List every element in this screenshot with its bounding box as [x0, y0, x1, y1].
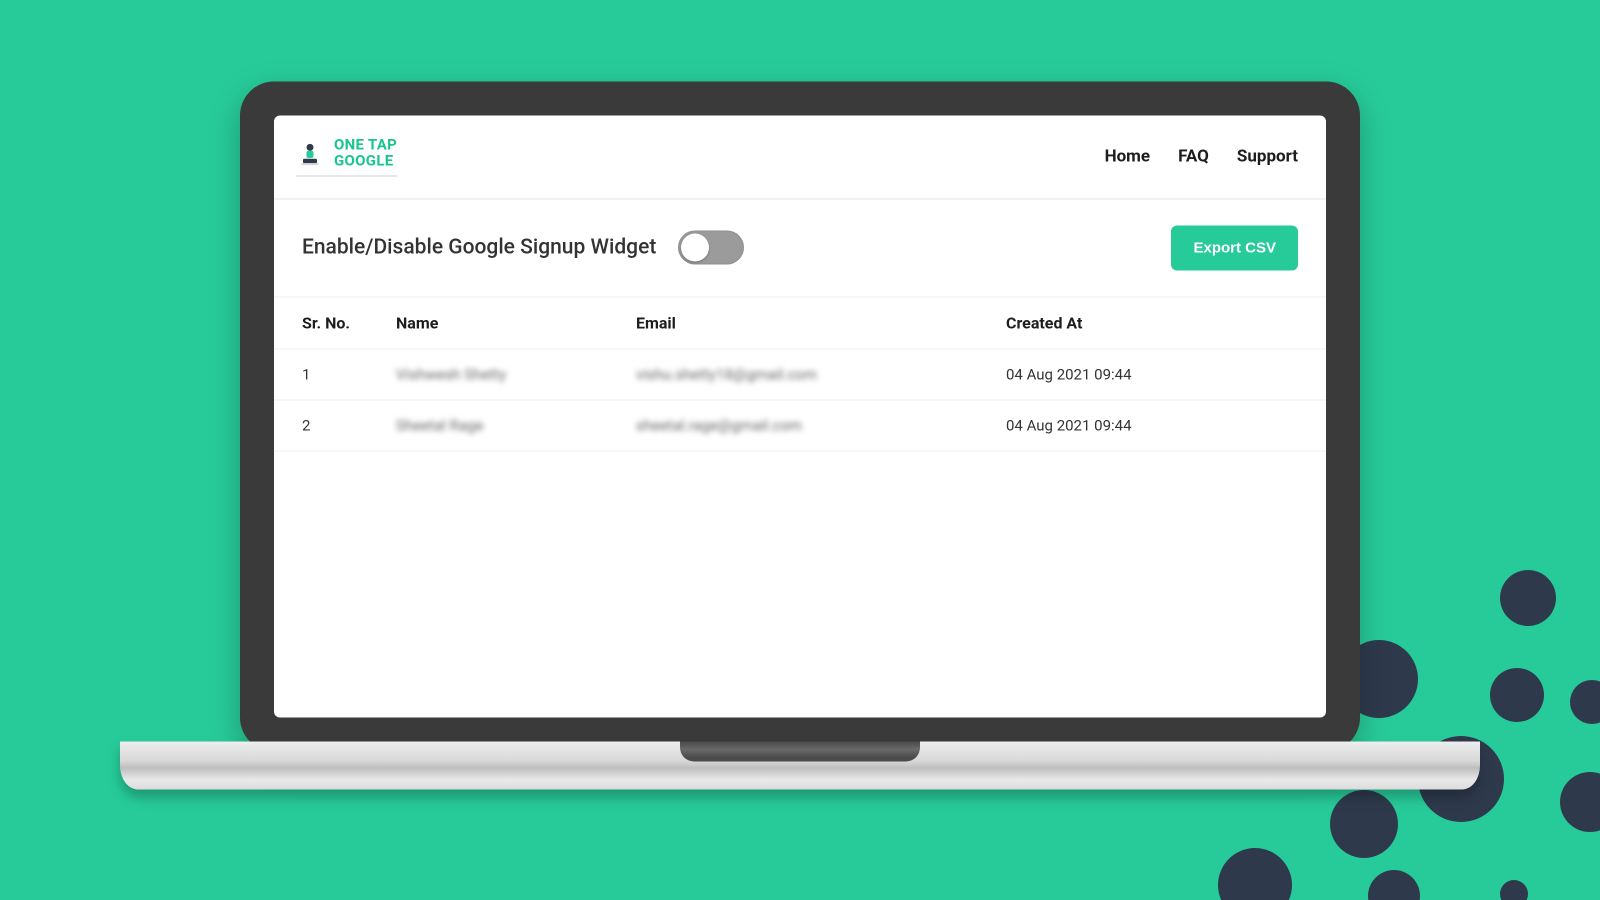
signup-widget-toggle[interactable] — [678, 231, 744, 265]
app-header: ONE TAP GOOGLE Home FAQ Support — [274, 116, 1326, 200]
cell-sr: 1 — [274, 349, 384, 400]
col-header-email: Email — [624, 297, 994, 349]
brand-line2: GOOGLE — [334, 153, 397, 169]
col-header-name: Name — [384, 297, 624, 349]
brand-logo-icon — [296, 139, 324, 167]
col-header-sr: Sr. No. — [274, 297, 384, 349]
laptop-mockup: ONE TAP GOOGLE Home FAQ Support Enable/D… — [240, 82, 1360, 752]
laptop-notch — [680, 742, 920, 762]
col-header-created: Created At — [994, 297, 1326, 349]
brand-logo[interactable]: ONE TAP GOOGLE — [296, 138, 397, 177]
nav-home[interactable]: Home — [1105, 147, 1151, 167]
export-csv-button[interactable]: Export CSV — [1171, 225, 1298, 270]
cell-created: 04 Aug 2021 09:44 — [994, 349, 1326, 400]
signups-table: Sr. No. Name Email Created At 1 Vishwesh… — [274, 297, 1326, 451]
cell-email: vishu.shetty18@gmail.com — [624, 349, 994, 400]
table-header-row: Sr. No. Name Email Created At — [274, 297, 1326, 349]
cell-name: Sheetal Rage — [384, 400, 624, 451]
app-screen: ONE TAP GOOGLE Home FAQ Support Enable/D… — [274, 116, 1326, 718]
laptop-frame: ONE TAP GOOGLE Home FAQ Support Enable/D… — [240, 82, 1360, 752]
toggle-group: Enable/Disable Google Signup Widget — [302, 231, 744, 265]
nav-faq[interactable]: FAQ — [1178, 147, 1209, 167]
toggle-knob — [681, 234, 709, 262]
main-nav: Home FAQ Support — [1105, 147, 1298, 167]
toggle-label: Enable/Disable Google Signup Widget — [302, 236, 656, 260]
cell-email: sheetal.rage@gmail.com — [624, 400, 994, 451]
table-row: 2 Sheetal Rage sheetal.rage@gmail.com 04… — [274, 400, 1326, 451]
nav-support[interactable]: Support — [1237, 147, 1298, 167]
brand-name: ONE TAP GOOGLE — [334, 138, 397, 170]
table-row: 1 Vishwesh Shetty vishu.shetty18@gmail.c… — [274, 349, 1326, 400]
cell-sr: 2 — [274, 400, 384, 451]
cell-name: Vishwesh Shetty — [384, 349, 624, 400]
cell-created: 04 Aug 2021 09:44 — [994, 400, 1326, 451]
controls-row: Enable/Disable Google Signup Widget Expo… — [274, 199, 1326, 297]
